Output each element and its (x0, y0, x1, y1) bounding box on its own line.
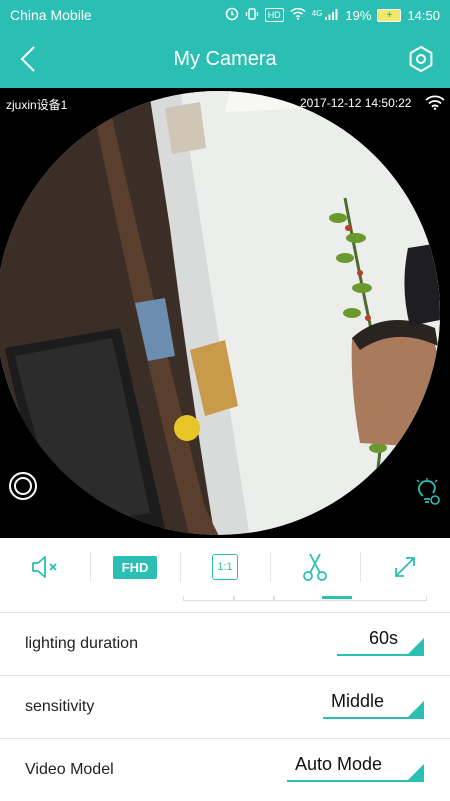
speaker-mute-icon (32, 556, 57, 578)
status-bar: China Mobile HD 4G 19% + 14:50 (0, 0, 450, 30)
setting-label: sensitivity (25, 698, 95, 715)
mute-button[interactable] (0, 538, 90, 596)
wifi-signal-icon (425, 95, 445, 110)
nav-bar: My Camera (0, 30, 450, 88)
setting-row-lighting-duration[interactable]: lighting duration 60s (0, 612, 450, 675)
network-type-label: 4G (311, 8, 323, 18)
wifi-icon (290, 7, 306, 23)
setting-label: lighting duration (25, 635, 138, 652)
signal-icon: 4G (312, 8, 340, 23)
fisheye-camera-image (0, 91, 440, 535)
setting-value: Middle (330, 691, 384, 711)
bulb-gear-icon (416, 478, 440, 505)
page-title: My Camera (173, 48, 277, 70)
gear-icon (409, 46, 433, 72)
setting-value: Auto Mode (294, 754, 382, 774)
dropdown-triangle-icon (406, 701, 424, 719)
expand-icon (395, 557, 415, 577)
settings-button[interactable] (406, 44, 436, 74)
clip-button[interactable] (270, 538, 360, 596)
setting-label: Video Model (25, 761, 114, 778)
record-icon (9, 472, 37, 500)
quality-button[interactable]: FHD (90, 538, 180, 596)
status-icons: HD 4G 19% + 14:50 (225, 7, 440, 24)
quality-label: FHD (112, 555, 158, 579)
clock: 14:50 (407, 7, 440, 23)
camera-video-view[interactable]: zjuxin设备1 2017-12-12 14:50:22 (0, 88, 450, 538)
aspect-ratio-label: 1:1 (212, 554, 238, 580)
record-button[interactable] (8, 471, 38, 501)
fullscreen-button[interactable] (360, 538, 450, 596)
hd-badge: HD (264, 8, 284, 22)
aspect-ratio-button[interactable]: 1:1 (180, 538, 270, 596)
video-control-toolbar: FHD 1:1 (0, 538, 450, 597)
setting-value: 60s (368, 628, 398, 648)
settings-tab-strip (0, 596, 450, 612)
battery-percent: 19% (345, 7, 372, 23)
dropdown-triangle-icon (406, 764, 424, 782)
tab-active-indicator (322, 596, 352, 599)
alarm-icon (225, 7, 239, 24)
vibrate-icon (245, 7, 259, 24)
tab-segment (183, 596, 235, 601)
battery-charging-icon: + (377, 8, 402, 22)
dropdown-triangle-icon (406, 638, 424, 656)
carrier-label: China Mobile (10, 7, 92, 23)
light-settings-button[interactable] (414, 478, 442, 508)
tab-segment (233, 596, 275, 601)
value-underline (287, 780, 423, 782)
setting-row-video-model[interactable]: Video Model Auto Mode (0, 738, 450, 801)
setting-row-sensitivity[interactable]: sensitivity Middle (0, 675, 450, 738)
video-timestamp: 2017-12-12 14:50:22 (300, 96, 412, 110)
device-name-label: zjuxin设备1 (6, 98, 68, 112)
scissors-icon (303, 553, 327, 581)
